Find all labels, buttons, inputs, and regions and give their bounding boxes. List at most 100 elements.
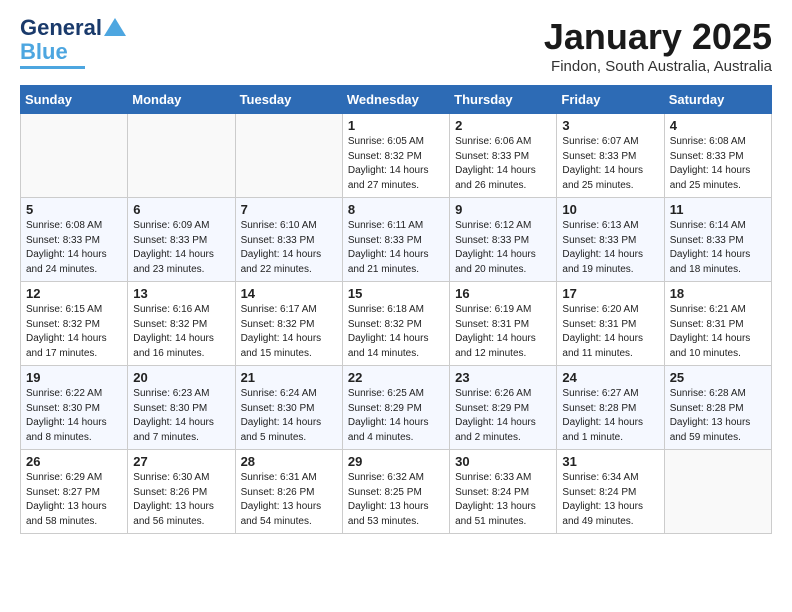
day-info: Sunrise: 6:13 AMSunset: 8:33 PMDaylight:…: [562, 219, 658, 277]
day-number: 12: [26, 286, 122, 301]
day-number: 21: [241, 370, 337, 385]
subtitle: Findon, South Australia, Australia: [544, 58, 772, 75]
day-info: Sunrise: 6:18 AMSunset: 8:32 PMDaylight:…: [348, 303, 444, 361]
day-info: Sunrise: 6:28 AMSunset: 8:28 PMDaylight:…: [670, 387, 766, 445]
day-number: 28: [241, 454, 337, 469]
day-info: Sunrise: 6:10 AMSunset: 8:33 PMDaylight:…: [241, 219, 337, 277]
calendar-cell: 9Sunrise: 6:12 AMSunset: 8:33 PMDaylight…: [450, 198, 557, 282]
col-friday: Friday: [557, 86, 664, 114]
logo: General Blue: [20, 16, 126, 69]
day-info: Sunrise: 6:27 AMSunset: 8:28 PMDaylight:…: [562, 387, 658, 445]
day-info: Sunrise: 6:06 AMSunset: 8:33 PMDaylight:…: [455, 135, 551, 193]
day-number: 14: [241, 286, 337, 301]
day-info: Sunrise: 6:32 AMSunset: 8:25 PMDaylight:…: [348, 471, 444, 529]
calendar-cell: 4 Sunrise: 6:08 AMSunset: 8:33 PMDaylight…: [664, 114, 771, 198]
day-number: 31: [562, 454, 658, 469]
day-number: 6: [133, 202, 229, 217]
calendar-cell: [128, 114, 235, 198]
day-number: 8: [348, 202, 444, 217]
day-number: 5: [26, 202, 122, 217]
day-info: Sunrise: 6:30 AMSunset: 8:26 PMDaylight:…: [133, 471, 229, 529]
month-title: January 2025: [544, 16, 772, 58]
day-info: Sunrise: 6:29 AMSunset: 8:27 PMDaylight:…: [26, 471, 122, 529]
calendar-week-row: 12 Sunrise: 6:15 AMSunset: 8:32 PMDayligh…: [21, 282, 772, 366]
col-tuesday: Tuesday: [235, 86, 342, 114]
day-info: Sunrise: 6:12 AMSunset: 8:33 PMDaylight:…: [455, 219, 551, 277]
calendar-cell: 19Sunrise: 6:22 AMSunset: 8:30 PMDayligh…: [21, 366, 128, 450]
day-info: Sunrise: 6:34 AMSunset: 8:24 PMDaylight:…: [562, 471, 658, 529]
day-info: Sunrise: 6:16 AMSunset: 8:32 PMDaylight:…: [133, 303, 229, 361]
logo-blue-text: Blue: [20, 40, 68, 64]
col-thursday: Thursday: [450, 86, 557, 114]
calendar-cell: [235, 114, 342, 198]
day-info: Sunrise: 6:22 AMSunset: 8:30 PMDaylight:…: [26, 387, 122, 445]
day-info: Sunrise: 6:20 AMSunset: 8:31 PMDaylight:…: [562, 303, 658, 361]
day-number: 29: [348, 454, 444, 469]
calendar-cell: 28 Sunrise: 6:31 AMSunset: 8:26 PMDayligh…: [235, 450, 342, 534]
calendar-cell: 29 Sunrise: 6:32 AMSunset: 8:25 PMDayligh…: [342, 450, 449, 534]
calendar-cell: 13 Sunrise: 6:16 AMSunset: 8:32 PMDayligh…: [128, 282, 235, 366]
calendar-cell: 12 Sunrise: 6:15 AMSunset: 8:32 PMDayligh…: [21, 282, 128, 366]
day-info: Sunrise: 6:24 AMSunset: 8:30 PMDaylight:…: [241, 387, 337, 445]
calendar-cell: 11 Sunrise: 6:14 AMSunset: 8:33 PMDayligh…: [664, 198, 771, 282]
day-number: 13: [133, 286, 229, 301]
calendar-cell: 1Sunrise: 6:05 AMSunset: 8:32 PMDaylight…: [342, 114, 449, 198]
day-number: 26: [26, 454, 122, 469]
title-block: January 2025 Findon, South Australia, Au…: [544, 16, 772, 75]
day-number: 11: [670, 202, 766, 217]
calendar-cell: 15 Sunrise: 6:18 AMSunset: 8:32 PMDayligh…: [342, 282, 449, 366]
day-number: 3: [562, 118, 658, 133]
col-monday: Monday: [128, 86, 235, 114]
day-number: 22: [348, 370, 444, 385]
day-info: Sunrise: 6:14 AMSunset: 8:33 PMDaylight:…: [670, 219, 766, 277]
calendar-cell: 23 Sunrise: 6:26 AMSunset: 8:29 PMDayligh…: [450, 366, 557, 450]
calendar-cell: 10 Sunrise: 6:13 AMSunset: 8:33 PMDayligh…: [557, 198, 664, 282]
day-info: Sunrise: 6:23 AMSunset: 8:30 PMDaylight:…: [133, 387, 229, 445]
day-info: Sunrise: 6:09 AMSunset: 8:33 PMDaylight:…: [133, 219, 229, 277]
day-number: 27: [133, 454, 229, 469]
calendar-cell: 30Sunrise: 6:33 AMSunset: 8:24 PMDayligh…: [450, 450, 557, 534]
col-sunday: Sunday: [21, 86, 128, 114]
calendar-cell: 6 Sunrise: 6:09 AMSunset: 8:33 PMDaylight…: [128, 198, 235, 282]
calendar-cell: 24Sunrise: 6:27 AMSunset: 8:28 PMDayligh…: [557, 366, 664, 450]
calendar-cell: 27 Sunrise: 6:30 AMSunset: 8:26 PMDayligh…: [128, 450, 235, 534]
calendar-cell: 20 Sunrise: 6:23 AMSunset: 8:30 PMDayligh…: [128, 366, 235, 450]
calendar-cell: 26 Sunrise: 6:29 AMSunset: 8:27 PMDayligh…: [21, 450, 128, 534]
day-number: 20: [133, 370, 229, 385]
calendar-cell: [664, 450, 771, 534]
day-number: 1: [348, 118, 444, 133]
calendar-cell: 16Sunrise: 6:19 AMSunset: 8:31 PMDayligh…: [450, 282, 557, 366]
calendar-cell: 22Sunrise: 6:25 AMSunset: 8:29 PMDayligh…: [342, 366, 449, 450]
calendar-cell: 3Sunrise: 6:07 AMSunset: 8:33 PMDaylight…: [557, 114, 664, 198]
day-info: Sunrise: 6:21 AMSunset: 8:31 PMDaylight:…: [670, 303, 766, 361]
day-info: Sunrise: 6:11 AMSunset: 8:33 PMDaylight:…: [348, 219, 444, 277]
day-number: 18: [670, 286, 766, 301]
calendar-cell: 21 Sunrise: 6:24 AMSunset: 8:30 PMDayligh…: [235, 366, 342, 450]
day-number: 15: [348, 286, 444, 301]
calendar-week-row: 26 Sunrise: 6:29 AMSunset: 8:27 PMDayligh…: [21, 450, 772, 534]
calendar-cell: 31 Sunrise: 6:34 AMSunset: 8:24 PMDayligh…: [557, 450, 664, 534]
day-number: 30: [455, 454, 551, 469]
day-info: Sunrise: 6:08 AMSunset: 8:33 PMDaylight:…: [670, 135, 766, 193]
calendar-cell: 8 Sunrise: 6:11 AMSunset: 8:33 PMDaylight…: [342, 198, 449, 282]
day-number: 4: [670, 118, 766, 133]
calendar-week-row: 1Sunrise: 6:05 AMSunset: 8:32 PMDaylight…: [21, 114, 772, 198]
day-info: Sunrise: 6:08 AMSunset: 8:33 PMDaylight:…: [26, 219, 122, 277]
col-wednesday: Wednesday: [342, 86, 449, 114]
day-info: Sunrise: 6:15 AMSunset: 8:32 PMDaylight:…: [26, 303, 122, 361]
day-number: 10: [562, 202, 658, 217]
calendar-cell: 18 Sunrise: 6:21 AMSunset: 8:31 PMDayligh…: [664, 282, 771, 366]
day-number: 17: [562, 286, 658, 301]
calendar-header-row: Sunday Monday Tuesday Wednesday Thursday…: [21, 86, 772, 114]
day-number: 23: [455, 370, 551, 385]
calendar-cell: 17 Sunrise: 6:20 AMSunset: 8:31 PMDayligh…: [557, 282, 664, 366]
calendar-container: General Blue January 2025 Findon, South …: [0, 0, 792, 544]
day-info: Sunrise: 6:31 AMSunset: 8:26 PMDaylight:…: [241, 471, 337, 529]
calendar-cell: 14 Sunrise: 6:17 AMSunset: 8:32 PMDayligh…: [235, 282, 342, 366]
calendar-cell: 2 Sunrise: 6:06 AMSunset: 8:33 PMDaylight…: [450, 114, 557, 198]
day-info: Sunrise: 6:17 AMSunset: 8:32 PMDaylight:…: [241, 303, 337, 361]
day-number: 25: [670, 370, 766, 385]
logo-underline: [20, 66, 85, 69]
day-number: 2: [455, 118, 551, 133]
day-info: Sunrise: 6:26 AMSunset: 8:29 PMDaylight:…: [455, 387, 551, 445]
